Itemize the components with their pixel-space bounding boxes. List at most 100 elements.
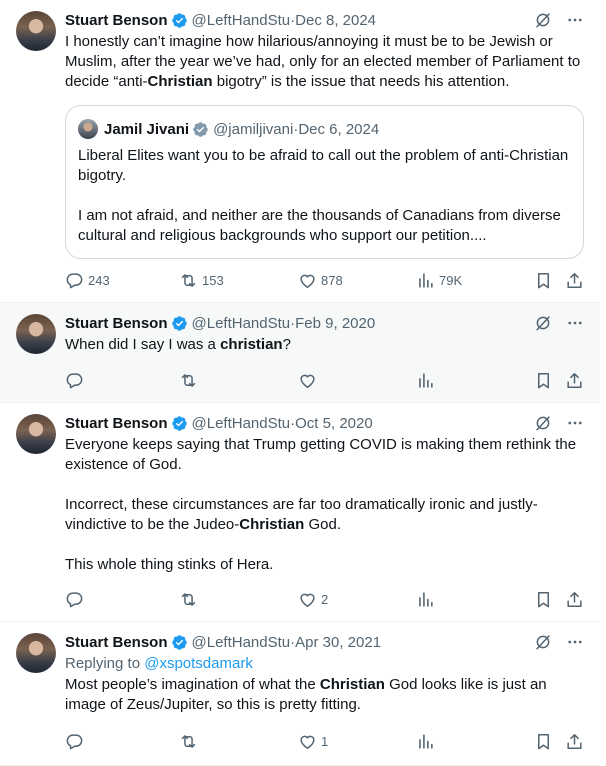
- tweet-date[interactable]: Feb 9, 2020: [295, 315, 375, 332]
- repost-button[interactable]: [179, 732, 198, 751]
- author-handle[interactable]: @LeftHandStu: [192, 315, 291, 332]
- reply-button[interactable]: [65, 371, 84, 390]
- like-button[interactable]: [298, 371, 317, 390]
- replying-to: Replying to @xspotsdamark: [65, 654, 584, 674]
- avatar[interactable]: [16, 11, 56, 51]
- like-button[interactable]: 878: [298, 271, 343, 290]
- tweet-text: Most people’s imagination of what the Ch…: [65, 675, 584, 715]
- header-actions: [534, 312, 584, 334]
- quoted-tweet-header: Jamil Jivani @jamiljivani · Dec 6, 2024: [78, 118, 571, 140]
- bookmark-icon: [534, 732, 553, 751]
- header-actions: [534, 9, 584, 31]
- grok-icon[interactable]: [534, 11, 552, 29]
- like-button[interactable]: 2: [298, 590, 328, 609]
- avatar[interactable]: [78, 119, 98, 139]
- avatar[interactable]: [16, 633, 56, 673]
- action-bar: 1: [65, 731, 584, 751]
- more-icon[interactable]: [566, 11, 584, 29]
- tweet[interactable]: Stuart Benson @LeftHandStu · Oct 5, 2020…: [0, 403, 600, 622]
- more-icon[interactable]: [566, 633, 584, 651]
- grok-icon[interactable]: [534, 414, 552, 432]
- tweet[interactable]: Stuart Benson @LeftHandStu · Dec 8, 2024…: [0, 0, 600, 303]
- author-name[interactable]: Stuart Benson: [65, 634, 168, 651]
- author-handle[interactable]: @LeftHandStu: [192, 415, 291, 432]
- verified-badge-icon: [193, 121, 208, 137]
- tweet-text: When did I say I was a christian?: [65, 335, 584, 355]
- views-icon: [416, 271, 435, 290]
- action-bar: 2: [65, 589, 584, 609]
- repost-button[interactable]: [179, 590, 198, 609]
- repost-button[interactable]: [179, 371, 198, 390]
- verified-badge-icon: [171, 415, 187, 431]
- text-segment: bigotry” is the issue that needs his att…: [212, 73, 510, 90]
- author-name[interactable]: Stuart Benson: [65, 415, 168, 432]
- like-icon: [298, 590, 317, 609]
- reply-button[interactable]: [65, 732, 84, 751]
- share-button[interactable]: [565, 732, 584, 751]
- bookmark-icon: [534, 590, 553, 609]
- repost-icon: [179, 732, 198, 751]
- tweet-date[interactable]: Dec 6, 2024: [298, 121, 379, 138]
- avatar[interactable]: [16, 414, 56, 454]
- reply-button[interactable]: 243: [65, 271, 110, 290]
- repost-button[interactable]: 153: [179, 271, 224, 290]
- reply-button[interactable]: [65, 590, 84, 609]
- repost-icon: [179, 371, 198, 390]
- reposts-count: 153: [202, 272, 224, 288]
- verified-badge-icon: [171, 12, 187, 28]
- action-bar: 243 153 878 79K: [65, 270, 584, 290]
- repost-icon: [179, 590, 198, 609]
- header-actions: [534, 412, 584, 434]
- likes-count: 1: [321, 733, 329, 749]
- text-segment: Most people’s imagination of what the: [65, 676, 320, 693]
- grok-icon[interactable]: [534, 314, 552, 332]
- views-button[interactable]: [416, 590, 435, 609]
- bookmark-button[interactable]: [534, 271, 553, 290]
- share-icon: [565, 371, 584, 390]
- text-segment: When did I say I was a: [65, 336, 221, 353]
- highlighted-term: Christian: [147, 73, 213, 90]
- tweet-content: Stuart Benson @LeftHandStu · Feb 9, 2020…: [65, 312, 584, 355]
- views-icon: [416, 590, 435, 609]
- author-handle[interactable]: @jamiljivani: [213, 121, 293, 138]
- share-button[interactable]: [565, 271, 584, 290]
- tweet-header: Stuart Benson @LeftHandStu · Feb 9, 2020: [65, 312, 584, 334]
- like-icon: [298, 271, 317, 290]
- views-button[interactable]: 79K: [416, 271, 462, 290]
- tweet[interactable]: Stuart Benson @LeftHandStu · Apr 30, 202…: [0, 622, 600, 766]
- share-button[interactable]: [565, 371, 584, 390]
- bookmark-button[interactable]: [534, 732, 553, 751]
- replying-to-link[interactable]: @xspotsdamark: [144, 655, 253, 672]
- bookmark-button[interactable]: [534, 590, 553, 609]
- views-button[interactable]: [416, 732, 435, 751]
- quoted-tweet[interactable]: Jamil Jivani @jamiljivani · Dec 6, 2024 …: [65, 105, 584, 259]
- action-bar: [65, 370, 584, 390]
- timeline: Stuart Benson @LeftHandStu · Dec 8, 2024…: [0, 0, 600, 766]
- avatar[interactable]: [16, 314, 56, 354]
- author-handle[interactable]: @LeftHandStu: [192, 12, 291, 29]
- share-button[interactable]: [565, 590, 584, 609]
- views-icon: [416, 371, 435, 390]
- like-button[interactable]: 1: [298, 732, 328, 751]
- tweet-date[interactable]: Oct 5, 2020: [295, 415, 373, 432]
- bookmark-button[interactable]: [534, 371, 553, 390]
- header-actions: [534, 631, 584, 653]
- tweet-content: Stuart Benson @LeftHandStu · Apr 30, 202…: [65, 631, 584, 715]
- reply-icon: [65, 590, 84, 609]
- highlighted-term: christian: [220, 336, 283, 353]
- grok-icon[interactable]: [534, 633, 552, 651]
- likes-count: 2: [321, 591, 329, 607]
- more-icon[interactable]: [566, 414, 584, 432]
- share-icon: [565, 271, 584, 290]
- author-name[interactable]: Jamil Jivani: [104, 121, 189, 138]
- tweet-date[interactable]: Apr 30, 2021: [295, 634, 381, 651]
- author-name[interactable]: Stuart Benson: [65, 315, 168, 332]
- author-handle[interactable]: @LeftHandStu: [192, 634, 291, 651]
- tweet[interactable]: Stuart Benson @LeftHandStu · Feb 9, 2020…: [0, 303, 600, 403]
- views-count: 79K: [439, 272, 463, 288]
- tweet-date[interactable]: Dec 8, 2024: [295, 12, 376, 29]
- more-icon[interactable]: [566, 314, 584, 332]
- author-name[interactable]: Stuart Benson: [65, 12, 168, 29]
- tweet-content: Stuart Benson @LeftHandStu · Oct 5, 2020…: [65, 412, 584, 575]
- views-button[interactable]: [416, 371, 435, 390]
